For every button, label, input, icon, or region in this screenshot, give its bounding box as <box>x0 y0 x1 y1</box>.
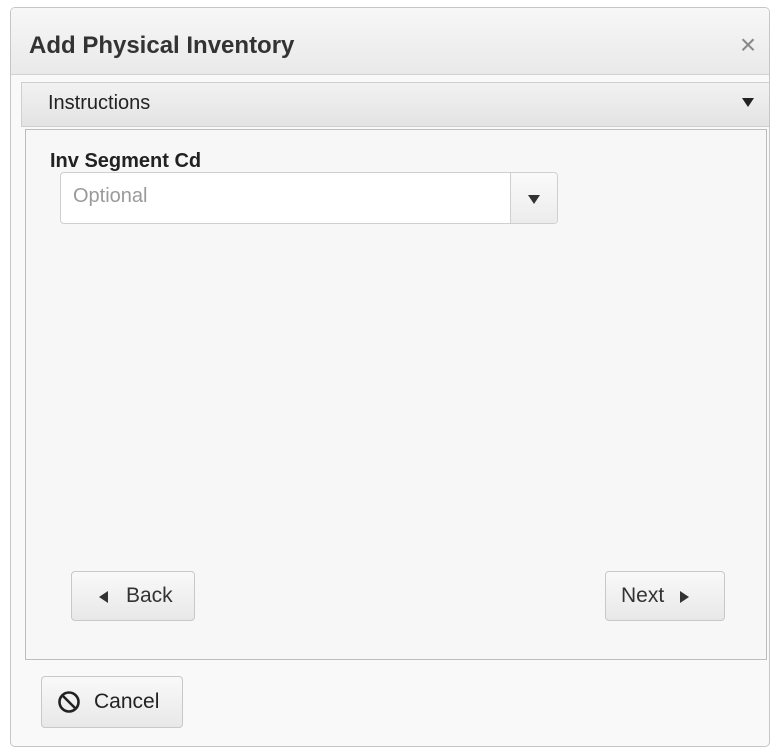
form-panel: Inv Segment Cd Optional Back Next <box>25 129 767 660</box>
next-button-label: Next <box>621 584 665 607</box>
add-physical-inventory-dialog: Add Physical Inventory × Instructions In… <box>10 7 770 747</box>
next-button[interactable]: Next <box>605 571 725 621</box>
select-placeholder: Optional <box>73 185 148 207</box>
prohibited-icon <box>58 691 80 713</box>
dialog-title: Add Physical Inventory <box>29 32 295 59</box>
cancel-button[interactable]: Cancel <box>41 676 183 728</box>
close-icon[interactable]: × <box>735 31 761 59</box>
inv-segment-cd-select[interactable]: Optional <box>60 172 558 224</box>
back-button-label: Back <box>126 584 173 607</box>
triangle-right-icon <box>680 591 689 603</box>
back-button[interactable]: Back <box>71 571 195 621</box>
select-dropdown-button[interactable] <box>510 173 557 223</box>
instructions-label: Instructions <box>48 92 151 114</box>
instructions-accordion[interactable]: Instructions <box>21 82 769 127</box>
dialog-titlebar: Add Physical Inventory × <box>11 8 769 75</box>
triangle-left-icon <box>99 591 108 603</box>
caret-down-icon <box>528 195 540 204</box>
caret-down-icon <box>742 98 754 107</box>
cancel-button-label: Cancel <box>94 690 160 713</box>
inv-segment-cd-label: Inv Segment Cd <box>50 150 202 172</box>
